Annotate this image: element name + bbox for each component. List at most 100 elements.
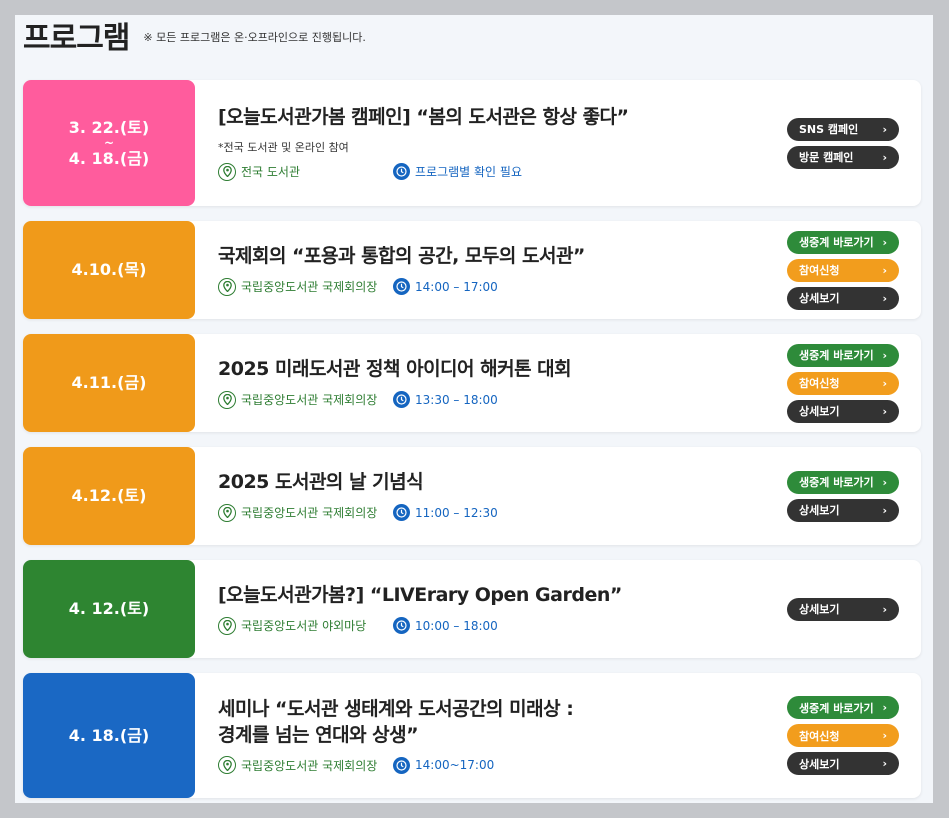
program-meta: 국립중앙도서관 국제회의장 13:30 – 18:00: [218, 390, 731, 409]
register-button[interactable]: 참여신청 ›: [787, 258, 899, 282]
chevron-right-icon: ›: [882, 729, 887, 742]
details-button[interactable]: 상세보기 ›: [787, 597, 899, 621]
time-text: 10:00 – 18:00: [415, 618, 498, 633]
details-button[interactable]: 상세보기 ›: [787, 286, 899, 310]
sns-campaign-button[interactable]: SNS 캠페인 ›: [787, 117, 899, 141]
time-text: 11:00 – 12:30: [415, 505, 498, 520]
date-text: 4. 18.(금): [68, 725, 150, 745]
location-text: 국립중앙도서관 야외마당: [241, 619, 367, 634]
map-pin-icon: [218, 756, 236, 775]
live-stream-button[interactable]: 생중계 바로가기 ›: [787, 230, 899, 254]
button-group: 생중계 바로가기 › 참여신청 › 상세보기 ›: [787, 221, 899, 319]
date-text: 4.10.(목): [71, 260, 147, 280]
button-label: 상세보기: [799, 757, 840, 771]
details-button[interactable]: 상세보기 ›: [787, 752, 899, 775]
chevron-right-icon: ›: [882, 376, 887, 390]
clock-icon: [393, 278, 410, 296]
location-info: 국립중앙도서관 야외마당: [218, 616, 393, 635]
map-pin-icon: [218, 503, 236, 522]
program-card: 3. 22.(토) ~ 4. 18.(금) [오늘도서관가봄 캠페인] “봄의 …: [23, 80, 921, 206]
program-content: 국제회의 “포용과 통합의 공간, 모두의 도서관” 국립중앙도서관 국제회의장…: [218, 221, 731, 319]
program-content: [오늘도서관가봄?] “LIVErary Open Garden” 국립중앙도서…: [218, 560, 731, 658]
button-group: 상세보기 ›: [787, 560, 899, 658]
program-card: 4.11.(금) 2025 미래도서관 정책 아이디어 해커톤 대회 국립중앙도…: [23, 334, 921, 432]
map-pin-icon: [218, 390, 236, 409]
program-content: 2025 미래도서관 정책 아이디어 해커톤 대회 국립중앙도서관 국제회의장 …: [218, 334, 731, 432]
details-button[interactable]: 상세보기 ›: [787, 399, 899, 423]
program-card: 4. 12.(토) [오늘도서관가봄?] “LIVErary Open Gard…: [23, 560, 921, 658]
location-text: 국립중앙도서관 국제회의장: [241, 393, 378, 408]
location-text: 국립중앙도서관 국제회의장: [241, 280, 378, 295]
map-pin-icon: [218, 277, 236, 296]
button-label: 상세보기: [799, 603, 840, 616]
chevron-right-icon: ›: [882, 757, 887, 770]
program-title: 국제회의 “포용과 통합의 공간, 모두의 도서관”: [218, 245, 585, 268]
program-title: 세미나 “도서관 생태계와 도서공간의 미래상 : 경계를 넘는 연대와 상생”: [218, 697, 731, 748]
live-stream-button[interactable]: 생중계 바로가기 ›: [787, 343, 899, 367]
clock-icon: [393, 617, 410, 635]
time-info: 10:00 – 18:00: [393, 617, 498, 635]
button-label: 생중계 바로가기: [799, 349, 874, 362]
program-meta: 국립중앙도서관 국제회의장 14:00 – 17:00: [218, 277, 731, 296]
time-info: 13:30 – 18:00: [393, 391, 498, 409]
time-info: 14:00~17:00: [393, 756, 494, 774]
date-text: 4.12.(토): [71, 486, 147, 506]
location-info: 국립중앙도서관 국제회의장: [218, 503, 393, 522]
chevron-right-icon: ›: [882, 701, 887, 714]
button-label: 참여신청: [799, 264, 840, 277]
chevron-right-icon: ›: [882, 404, 887, 418]
details-button[interactable]: 상세보기 ›: [787, 498, 899, 522]
program-panel: 프로그램 ※ 모든 프로그램은 온·오프라인으로 진행됩니다. 3. 22.(토…: [15, 15, 933, 803]
chevron-right-icon: ›: [882, 602, 887, 616]
program-card: 4.10.(목) 국제회의 “포용과 통합의 공간, 모두의 도서관” 국립중앙…: [23, 221, 921, 319]
chevron-right-icon: ›: [882, 475, 887, 489]
map-pin-icon: [218, 616, 236, 635]
program-title: 2025 미래도서관 정책 아이디어 해커톤 대회: [218, 358, 572, 381]
date-box: 4. 12.(토): [23, 560, 195, 658]
program-title: [오늘도서관가봄 캠페인] “봄의 도서관은 항상 좋다”: [218, 106, 629, 129]
page-note: ※ 모든 프로그램은 온·오프라인으로 진행됩니다.: [143, 31, 366, 44]
register-button[interactable]: 참여신청 ›: [787, 724, 899, 747]
button-label: 생중계 바로가기: [799, 236, 874, 249]
button-label: 참여신청: [799, 729, 840, 743]
live-stream-button[interactable]: 생중계 바로가기 ›: [787, 470, 899, 494]
time-text: 프로그램별 확인 필요: [415, 165, 522, 180]
chevron-right-icon: ›: [882, 122, 887, 136]
button-group: 생중계 바로가기 › 상세보기 ›: [787, 447, 899, 545]
date-box: 4. 18.(금): [23, 673, 195, 798]
date-separator: ~: [103, 136, 115, 150]
chevron-right-icon: ›: [882, 503, 887, 517]
clock-icon: [393, 163, 410, 181]
chevron-right-icon: ›: [882, 348, 887, 362]
visit-campaign-button[interactable]: 방문 캠페인 ›: [787, 145, 899, 169]
page-title: 프로그램: [23, 21, 130, 56]
button-label: 상세보기: [799, 504, 840, 517]
register-button[interactable]: 참여신청 ›: [787, 371, 899, 395]
date-box: 4.11.(금): [23, 334, 195, 432]
map-pin-icon: [218, 162, 236, 181]
date-box: 4.12.(토): [23, 447, 195, 545]
button-label: 방문 캠페인: [799, 151, 854, 164]
program-meta: 국립중앙도서관 야외마당 10:00 – 18:00: [218, 616, 731, 635]
chevron-right-icon: ›: [882, 263, 887, 277]
location-text: 전국 도서관: [241, 165, 301, 180]
program-meta: 전국 도서관 프로그램별 확인 필요: [218, 162, 731, 181]
date-end: 4. 18.(금): [68, 149, 150, 168]
button-group: 생중계 바로가기 › 참여신청 › 상세보기 ›: [787, 673, 899, 798]
program-meta: 국립중앙도서관 국제회의장 11:00 – 12:30: [218, 503, 731, 522]
time-info: 프로그램별 확인 필요: [393, 163, 522, 181]
button-label: 상세보기: [799, 292, 840, 305]
date-text: 4. 12.(토): [68, 599, 150, 619]
live-stream-button[interactable]: 생중계 바로가기 ›: [787, 696, 899, 719]
button-label: SNS 캠페인: [799, 123, 859, 136]
program-note: *전국 도서관 및 온라인 참여: [218, 140, 349, 154]
chevron-right-icon: ›: [882, 291, 887, 305]
clock-icon: [393, 391, 410, 409]
location-text: 국립중앙도서관 국제회의장: [241, 758, 378, 773]
program-title: [오늘도서관가봄?] “LIVErary Open Garden”: [218, 584, 622, 607]
program-card: 4. 18.(금) 세미나 “도서관 생태계와 도서공간의 미래상 : 경계를 …: [23, 673, 921, 798]
button-label: 참여신청: [799, 377, 840, 390]
program-content: 세미나 “도서관 생태계와 도서공간의 미래상 : 경계를 넘는 연대와 상생”…: [218, 673, 731, 798]
clock-icon: [393, 756, 410, 774]
chevron-right-icon: ›: [882, 150, 887, 164]
